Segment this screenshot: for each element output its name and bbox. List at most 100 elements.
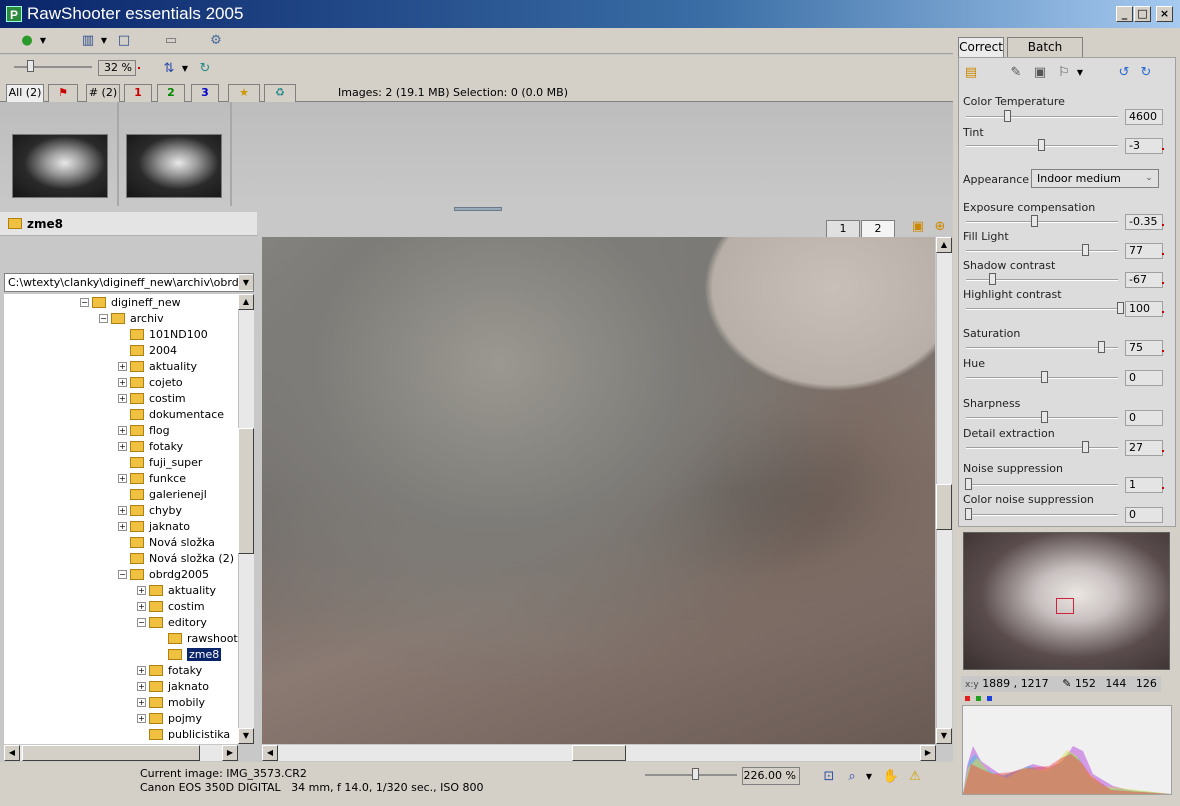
layout-split-icon[interactable]: ▥ [79,31,97,49]
maximize-button[interactable]: □ [1134,6,1151,22]
tree-node[interactable]: + aktuality [137,582,216,598]
scroll-up-icon[interactable]: ▲ [936,237,952,253]
fill-light-track[interactable] [966,250,1118,252]
blue-channel-icon[interactable] [987,696,992,701]
tree-node[interactable]: 101ND100 [118,326,208,342]
navigator-viewport-box[interactable] [1056,598,1074,614]
color-temperature-value[interactable]: 4600 [1125,109,1163,125]
detail-extraction-track[interactable] [966,447,1118,449]
fill-light-thumb[interactable] [1082,244,1089,256]
tree-node[interactable]: − archiv [99,310,164,326]
viewer-hscroll-thumb[interactable] [572,745,626,761]
help-icon[interactable]: ● [18,31,36,49]
hue-thumb[interactable] [1041,371,1048,383]
tree-hscroll-thumb[interactable] [22,745,200,761]
scroll-up-icon[interactable]: ▲ [238,294,254,310]
scroll-left-icon[interactable]: ◀ [4,745,20,761]
zoom-icon[interactable]: ⌕ [843,767,861,785]
tree-node[interactable]: + fotaky [118,438,183,454]
zoom-dropdown-icon[interactable]: ▼ [862,767,876,785]
tree-node[interactable]: + flog [118,422,170,438]
exposure-thumb[interactable] [1031,215,1038,227]
view-tab-1[interactable]: 1 [826,220,860,238]
tree-node[interactable]: + mobily [137,694,205,710]
color-temperature-track[interactable] [966,116,1118,118]
filmstrip-splitter[interactable] [454,207,502,211]
flag-tool-icon[interactable]: ⚐ [1055,63,1073,81]
tree-node-selected[interactable]: zme8 [156,646,222,662]
zoom-menu-marker[interactable] [138,67,140,69]
exposure-track[interactable] [966,221,1118,223]
zoom-slider-track[interactable] [14,66,92,68]
tree-node[interactable]: + funkce [118,470,186,486]
color-noise-thumb[interactable] [965,508,972,520]
slideshow-icon[interactable]: ▭ [162,31,180,49]
color-noise-track[interactable] [966,514,1118,516]
settings-icon[interactable]: ⚙ [207,31,225,49]
tree-node[interactable]: − editory [137,614,207,630]
tree-node[interactable]: 2004 [118,342,177,358]
tree-node[interactable]: + chyby [118,502,182,518]
tab-all[interactable]: All (2) [6,84,44,102]
minimize-button[interactable]: _ [1116,6,1133,22]
tree-node[interactable]: + costim [118,390,186,406]
compare-icon[interactable]: ▣ [909,217,927,235]
tree-node[interactable]: + costim [137,598,205,614]
tab-star[interactable]: ★ [228,84,260,102]
tree-node[interactable]: + pojmy [137,710,202,726]
refresh-icon[interactable]: ↻ [196,59,214,77]
scroll-left-icon[interactable]: ◀ [262,745,278,761]
paste-settings-icon[interactable]: ▤ [962,63,980,81]
tree-node[interactable]: + fotaky [137,662,202,678]
tree-node[interactable]: + aktuality [118,358,197,374]
detail-extraction-thumb[interactable] [1082,441,1089,453]
scroll-down-icon[interactable]: ▼ [936,728,952,744]
main-image[interactable] [262,237,935,744]
tab-priority-2[interactable]: 2 [157,84,185,102]
tree-node[interactable]: + cojeto [118,374,183,390]
tree-node[interactable]: publicistika [137,726,230,742]
sharpness-thumb[interactable] [1041,411,1048,423]
tree-node[interactable]: Nová složka [118,534,215,550]
tree-node[interactable]: rawshoote [156,630,238,646]
zoom-field[interactable]: 32 % [98,60,136,76]
sort-icon[interactable]: ⇅ [160,59,178,77]
saturation-track[interactable] [966,347,1118,349]
add-view-icon[interactable]: ⊕ [931,217,949,235]
help-dropdown-icon[interactable]: ▼ [36,31,50,49]
shadow-contrast-value[interactable]: -67 [1125,272,1163,288]
tab-numbered[interactable]: # (2) [86,84,120,102]
noise-suppression-value[interactable]: 1 [1125,477,1163,493]
red-channel-icon[interactable] [965,696,970,701]
viewer-zoom-field[interactable]: 226.00 % [742,767,800,785]
tab-flagged[interactable]: ⚑ [48,84,78,102]
zoom-slider-thumb[interactable] [27,60,34,72]
hue-value[interactable]: 0 [1125,370,1163,386]
close-button[interactable]: × [1156,6,1173,22]
highlight-contrast-value[interactable]: 100 [1125,301,1163,317]
shadow-contrast-thumb[interactable] [989,273,996,285]
sort-dropdown-icon[interactable]: ▼ [178,59,192,77]
layout-dropdown-icon[interactable]: ▼ [97,31,111,49]
appearance-dropdown-icon[interactable]: ⌄ [1141,171,1157,186]
tree-node[interactable]: fuji_super [118,454,202,470]
appearance-select[interactable]: Indoor medium [1031,169,1159,188]
tab-batch-convert[interactable]: Batch convert [1007,37,1083,72]
color-temperature-thumb[interactable] [1004,110,1011,122]
tab-priority-1[interactable]: 1 [124,84,152,102]
warning-icon[interactable]: ⚠ [906,767,924,785]
tab-recycle[interactable]: ♻ [264,84,296,102]
tree-scroll-thumb[interactable] [238,428,254,554]
green-channel-icon[interactable] [976,696,981,701]
thumbnail-image[interactable] [126,134,222,198]
scroll-right-icon[interactable]: ▶ [222,745,238,761]
color-noise-value[interactable]: 0 [1125,507,1163,523]
path-dropdown-icon[interactable]: ▼ [239,275,253,290]
highlight-contrast-track[interactable] [966,308,1118,310]
thumbnail-image[interactable] [12,134,108,198]
hand-tool-icon[interactable]: ✋ [882,767,900,785]
viewer-vscroll-thumb[interactable] [936,484,952,530]
tab-priority-3[interactable]: 3 [191,84,219,102]
noise-suppression-track[interactable] [966,484,1118,486]
viewer-zoom-track[interactable] [645,774,737,776]
